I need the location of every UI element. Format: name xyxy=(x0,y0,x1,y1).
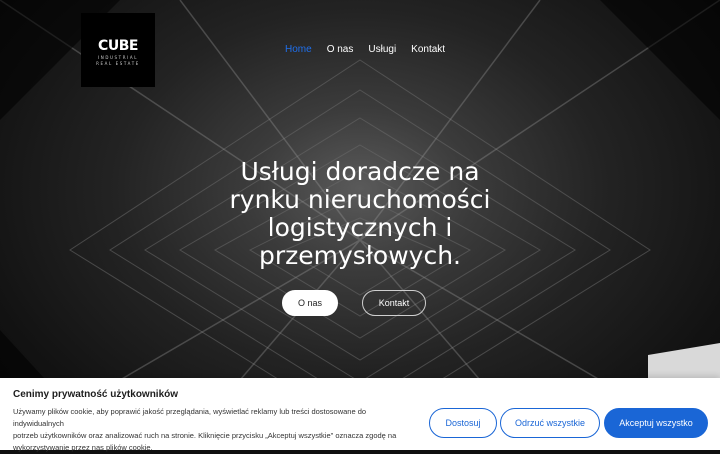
reject-all-button[interactable]: Odrzuć wszystkie xyxy=(500,408,600,438)
logo-line-2: REAL ESTATE xyxy=(96,61,140,66)
hero-headline: Usługi doradcze na rynku nieruchomości l… xyxy=(210,158,510,270)
accept-all-button[interactable]: Akceptuj wszystko xyxy=(604,408,708,438)
decorative-corner-shape xyxy=(648,343,720,383)
nav-item-uslugi[interactable]: Usługi xyxy=(368,43,396,57)
logo-line-1: INDUSTRIAL xyxy=(97,55,139,60)
cookie-text-line-3: wykorzystywanie przez nas plików cookie. xyxy=(13,443,153,452)
cube-logo[interactable]: CUBE INDUSTRIAL REAL ESTATE xyxy=(81,13,155,87)
cookie-text-line-2: potrzeb użytkowników oraz analizować ruc… xyxy=(13,431,397,440)
cookie-text-line-1: Używamy plików cookie, aby poprawić jako… xyxy=(13,407,367,428)
nav-item-o-nas[interactable]: O nas xyxy=(327,43,354,57)
nav-item-home[interactable]: Home xyxy=(285,43,312,57)
headline-line-1: Usługi doradcze na xyxy=(240,157,480,186)
cookie-banner: Cenimy prywatność użytkowników Używamy p… xyxy=(0,378,720,452)
headline-line-4: przemysłowych. xyxy=(258,241,461,270)
kontakt-button[interactable]: Kontakt xyxy=(362,290,426,316)
nav-item-kontakt[interactable]: Kontakt xyxy=(411,43,445,57)
cookie-text: Używamy plików cookie, aby poprawić jako… xyxy=(13,406,413,454)
headline-line-2: rynku nieruchomości xyxy=(229,185,491,214)
headline-line-3: logistycznych i xyxy=(267,213,453,242)
logo-mark: CUBE xyxy=(98,38,138,54)
customize-button[interactable]: Dostosuj xyxy=(429,408,497,438)
main-nav: Home O nas Usługi Kontakt xyxy=(285,43,460,57)
o-nas-button[interactable]: O nas xyxy=(282,290,338,316)
cookie-title: Cenimy prywatność użytkowników xyxy=(13,389,179,400)
